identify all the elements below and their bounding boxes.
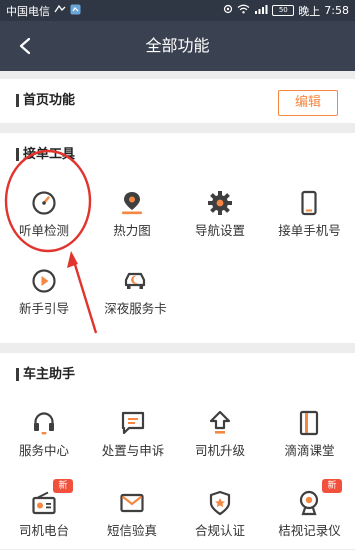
order-tools-title: 接单工具 (16, 148, 75, 161)
gear-icon (207, 190, 233, 216)
carrier-label: 中国电信 (6, 4, 50, 18)
camera-icon (296, 490, 322, 516)
radio-icon (31, 490, 57, 516)
battery-level: 50 (278, 6, 288, 14)
book-icon (296, 410, 322, 436)
headset-icon (31, 410, 57, 436)
helper-appeal[interactable]: 处置与申诉 (88, 410, 178, 470)
helper-label: 合规认证 (194, 523, 245, 538)
tool-label: 导航设置 (194, 223, 245, 238)
helper-compliance-cert[interactable]: 合规认证 (176, 490, 264, 550)
tool-navigation-settings[interactable]: 导航设置 (176, 190, 264, 250)
time-prefix: 晚上 (298, 4, 321, 18)
tool-listen-test[interactable]: 听单检测 (0, 190, 88, 250)
notification-icon (54, 4, 66, 17)
tool-label: 听单检测 (18, 223, 69, 238)
new-badge: 新 (322, 479, 342, 493)
helper-label: 司机电台 (18, 523, 69, 538)
helper-sms-verify[interactable]: 短信验真 (88, 490, 176, 550)
helper-label: 服务中心 (18, 443, 69, 458)
status-time: 7:58 (324, 4, 349, 17)
helper-label: 桔视记录仪 (278, 523, 341, 538)
signal-icon (254, 4, 268, 17)
tool-beginner-guide[interactable]: 新手引导 (0, 268, 88, 328)
app-notification-icon (70, 4, 81, 18)
helper-driver-radio[interactable]: 新 司机电台 (0, 479, 88, 550)
tool-label: 深夜服务卡 (104, 301, 167, 316)
play-icon (31, 268, 57, 294)
tool-label: 新手引导 (18, 301, 69, 316)
map-pin-icon (119, 190, 145, 216)
certify-icon (207, 490, 233, 516)
helper-service-center[interactable]: 服务中心 (0, 410, 88, 470)
owner-helper-section: 车主助手 服务中心 处置与申诉 司机升级 滴滴课堂 新 司机电台 短信验真 合规… (0, 353, 355, 549)
edit-button[interactable]: 编辑 (278, 90, 338, 116)
status-bar: 中国电信 50 晚上 7:58 (0, 0, 355, 21)
tool-heatmap[interactable]: 热力图 (88, 190, 176, 250)
owner-helper-title: 车主助手 (16, 368, 75, 381)
tool-order-phone[interactable]: 接单手机号 (264, 190, 355, 250)
home-section-title: 首页功能 (16, 94, 75, 107)
home-functions-section: 首页功能 编辑 (0, 79, 355, 123)
phone-icon (296, 190, 322, 216)
gauge-icon (31, 190, 57, 216)
helper-dashcam[interactable]: 新 桔视记录仪 (264, 479, 355, 550)
helper-label: 司机升级 (194, 443, 245, 458)
location-icon (223, 4, 233, 18)
mail-icon (119, 490, 145, 516)
helper-driver-upgrade[interactable]: 司机升级 (176, 410, 264, 470)
night-car-icon (122, 268, 148, 294)
page-title: 全部功能 (145, 36, 210, 55)
helper-didi-class[interactable]: 滴滴课堂 (264, 410, 355, 470)
helper-label: 滴滴课堂 (284, 443, 335, 458)
upgrade-icon (207, 410, 233, 436)
helper-label: 处置与申诉 (101, 443, 165, 458)
header-bar: 全部功能 (0, 21, 355, 71)
helper-label: 短信验真 (106, 523, 157, 538)
new-badge: 新 (53, 479, 73, 493)
wifi-icon (237, 4, 250, 17)
tool-late-night-card[interactable]: 深夜服务卡 (88, 268, 183, 328)
battery-icon: 50 (272, 5, 295, 16)
tool-label: 接单手机号 (278, 223, 341, 238)
tool-label: 热力图 (113, 223, 151, 238)
message-icon (120, 410, 146, 436)
order-tools-section: 接单工具 听单检测 热力图 导航设置 接单手机号 新手引导 深夜服务卡 (0, 133, 355, 343)
